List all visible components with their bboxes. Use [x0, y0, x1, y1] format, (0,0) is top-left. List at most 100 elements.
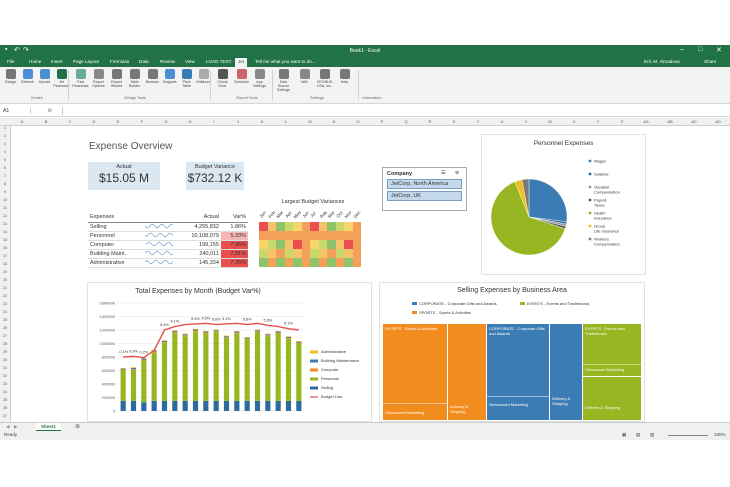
row-header[interactable]: 37 [0, 414, 10, 418]
row-header[interactable]: 24 [0, 310, 10, 314]
column-header[interactable]: P [372, 119, 392, 124]
ribbon-button-design[interactable]: Design [2, 69, 19, 84]
ribbon-button-schedule[interactable]: Schedule [233, 69, 250, 84]
share-button[interactable]: Share [704, 59, 716, 64]
row-header[interactable]: 9 [0, 190, 10, 194]
row-header[interactable]: 16 [0, 246, 10, 250]
row-header[interactable]: 2 [0, 134, 10, 138]
ribbon-button-browser[interactable]: Browser [144, 69, 161, 84]
column-header[interactable]: K [252, 119, 272, 124]
column-header[interactable]: AB [660, 119, 680, 124]
column-header[interactable]: AD [708, 119, 728, 124]
clear-filter-icon[interactable]: ⊘ [455, 170, 459, 176]
row-header[interactable]: 14 [0, 230, 10, 234]
minimize-icon[interactable]: – [680, 46, 684, 53]
column-header[interactable]: H [180, 119, 200, 124]
column-header[interactable]: W [540, 119, 560, 124]
column-header[interactable]: AA [636, 119, 656, 124]
save-icon[interactable]: ▪ [5, 46, 7, 53]
ribbon-button-report-wizard[interactable]: Report Wizard [108, 69, 125, 88]
row-header[interactable]: 28 [0, 342, 10, 346]
ribbon-button-fast-financials[interactable]: Fast Financials [72, 69, 89, 88]
multi-select-icon[interactable]: ☰ [441, 170, 445, 176]
row-header[interactable]: 31 [0, 366, 10, 370]
add-sheet-icon[interactable]: ⊕ [75, 423, 80, 430]
page-break-icon[interactable]: ▥ [650, 432, 654, 438]
row-header[interactable]: 25 [0, 318, 10, 322]
zoom-slider[interactable] [668, 435, 708, 436]
column-header[interactable]: S [444, 119, 464, 124]
formula-input[interactable] [62, 107, 722, 115]
row-header[interactable]: 20 [0, 278, 10, 282]
slicer-item-north-america[interactable]: JetCorp, North America [387, 179, 462, 189]
ribbon-button-nav[interactable]: NAV [296, 69, 313, 84]
row-header[interactable]: 22 [0, 294, 10, 298]
tab-page-layout[interactable]: Page Layout [73, 59, 99, 64]
column-header[interactable]: B [36, 119, 56, 124]
row-header[interactable]: 7 [0, 174, 10, 178]
tab-view[interactable]: View [185, 59, 195, 64]
maximize-icon[interactable]: □ [698, 46, 702, 53]
row-header[interactable]: 27 [0, 334, 10, 338]
column-header[interactable]: L [276, 119, 296, 124]
slicer-item-uk[interactable]: JetCorp, UK [387, 191, 462, 201]
tab-load-test[interactable]: LOAD TEST [206, 59, 231, 64]
page-layout-icon[interactable]: ▤ [636, 432, 640, 438]
tab-file[interactable]: File [7, 59, 14, 64]
row-header[interactable]: 13 [0, 222, 10, 226]
row-header[interactable]: 8 [0, 182, 10, 186]
column-header[interactable]: R [420, 119, 440, 124]
row-header[interactable]: 3 [0, 142, 10, 146]
row-header[interactable]: 1 [0, 126, 10, 130]
row-header[interactable]: 29 [0, 350, 10, 354]
column-header[interactable]: F [132, 119, 152, 124]
zoom-level[interactable]: 100% [714, 432, 726, 437]
scroll-left-icon[interactable]: ◀ [6, 424, 9, 430]
row-header[interactable]: 19 [0, 270, 10, 274]
tab-home[interactable]: Home [29, 59, 41, 64]
ribbon-button-cronus-usa-inc-[interactable]: CRONUS USA, Inc. [316, 69, 333, 88]
row-header[interactable]: 30 [0, 358, 10, 362]
column-header[interactable]: M [300, 119, 320, 124]
column-header[interactable]: AC [684, 119, 704, 124]
column-header[interactable]: E [108, 119, 128, 124]
normal-view-icon[interactable]: ▦ [622, 432, 626, 438]
redo-icon[interactable]: ↷ [23, 46, 29, 54]
user-name[interactable]: Eric M. Almadova [644, 59, 680, 64]
tab-data[interactable]: Data [139, 59, 149, 64]
row-header[interactable]: 5 [0, 158, 10, 162]
tab-review[interactable]: Review [160, 59, 175, 64]
row-header[interactable]: 15 [0, 238, 10, 242]
ribbon-button-app-settings[interactable]: App Settings [251, 69, 268, 88]
close-icon[interactable]: ✕ [716, 46, 722, 54]
ribbon-button-table-builder[interactable]: Table Builder [126, 69, 143, 88]
tab-insert[interactable]: Insert [51, 59, 63, 64]
ribbon-button-snippets[interactable]: Snippets [161, 69, 178, 84]
tell-me-box[interactable]: Tell me what you want to do... [255, 59, 316, 64]
ribbon-button-pivot-table[interactable]: Pivot Table [178, 69, 195, 88]
ribbon-button-check-error[interactable]: Check Error [214, 69, 231, 88]
ribbon-button-report-options[interactable]: Report Options [90, 69, 107, 88]
name-box[interactable]: A1 [3, 108, 31, 114]
tab-formulas[interactable]: Formulas [110, 59, 129, 64]
row-header[interactable]: 4 [0, 150, 10, 154]
scroll-right-icon[interactable]: ▶ [14, 424, 17, 430]
row-header[interactable]: 18 [0, 262, 10, 266]
column-header[interactable]: O [348, 119, 368, 124]
column-header[interactable]: I [204, 119, 224, 124]
row-header[interactable]: 35 [0, 398, 10, 402]
row-header[interactable]: 23 [0, 302, 10, 306]
row-header[interactable]: 34 [0, 390, 10, 394]
column-header[interactable]: Y [588, 119, 608, 124]
tab-jet[interactable]: Jet [235, 58, 248, 67]
column-header[interactable]: Z [612, 119, 632, 124]
column-header[interactable]: C [60, 119, 80, 124]
row-header[interactable]: 10 [0, 198, 10, 202]
column-header[interactable]: T [468, 119, 488, 124]
row-header[interactable]: 21 [0, 286, 10, 290]
row-header[interactable]: 26 [0, 326, 10, 330]
column-header[interactable]: A [12, 119, 32, 124]
column-header[interactable]: D [84, 119, 104, 124]
row-header[interactable]: 32 [0, 374, 10, 378]
column-header[interactable]: U [492, 119, 512, 124]
